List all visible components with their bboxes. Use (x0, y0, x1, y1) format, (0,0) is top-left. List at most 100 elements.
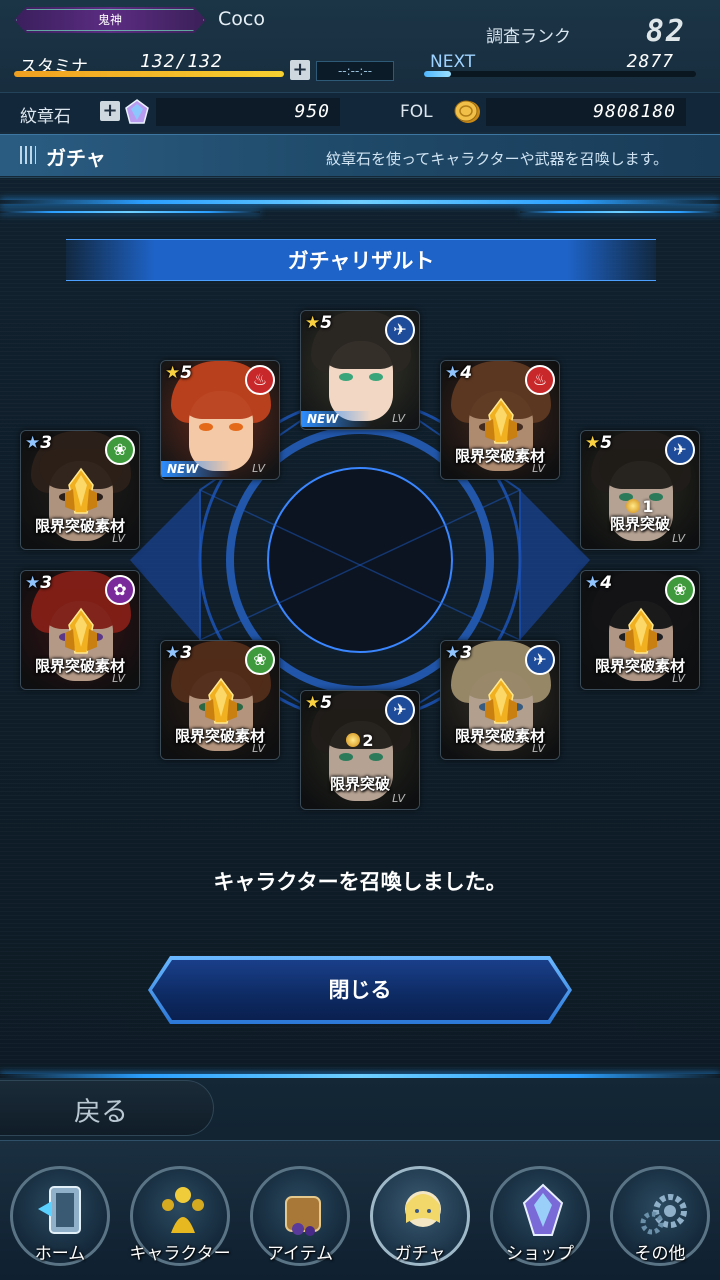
stamina-bar-fill (14, 71, 284, 77)
limit-break-crystal-icon (625, 607, 657, 654)
close-button-label: 閉じる (328, 978, 392, 1002)
card-tag: 限界突破素材 (454, 447, 545, 465)
nav-button-label: アイテム (266, 1244, 334, 1264)
wind-element-icon: ❀ (105, 435, 135, 465)
result-banner: ガチャリザルト (66, 239, 656, 281)
gem-label: 紋章石 (20, 107, 71, 127)
rarity-value: 5 (320, 313, 333, 333)
star-icon: ★ (305, 313, 321, 333)
rarity-stars: ★3 (25, 433, 52, 453)
add-stamina-button[interactable]: + (290, 60, 310, 80)
rarity-stars: ★4 (445, 363, 472, 383)
limit-break-crystal-icon (485, 397, 517, 444)
card-tag: 限界突破素材 (34, 657, 125, 675)
username: Coco (218, 8, 265, 30)
fol-coin-icon (454, 100, 480, 123)
limit-break-orb-icon (626, 499, 641, 513)
rarity-stars: ★5 (165, 363, 192, 383)
rarity-stars: ★3 (165, 643, 192, 663)
settings-gear-icon (640, 1194, 687, 1235)
section-lines-icon (20, 146, 36, 164)
rarity-stars: ★4 (585, 573, 612, 593)
shop-crystal-icon (522, 1183, 564, 1236)
rarity-value: 5 (600, 433, 613, 453)
portrait-eye (369, 373, 383, 381)
stamina-timer: --:--:-- (316, 61, 394, 81)
rarity-value: 4 (460, 363, 473, 383)
stamina-value: 132/132 (140, 51, 223, 72)
summoned-message: キャラクターを召喚しました。 (213, 870, 507, 894)
star-icon: ★ (165, 643, 181, 663)
nav-button-label: ガチャ (394, 1244, 446, 1264)
nav-button-5[interactable]: その他 (610, 1166, 710, 1266)
result-card[interactable]: ★3 ✈ LV 限界突破素材 (440, 640, 560, 760)
nav-button-4[interactable]: ショップ (490, 1166, 590, 1266)
nav-button-label: キャラクター (129, 1244, 231, 1264)
result-card[interactable]: ★5 ✈ LV 1 限界突破 (580, 430, 700, 550)
next-exp-value: 2877 (626, 51, 674, 72)
next-label: NEXT (430, 52, 476, 72)
slash-element-icon: ✈ (385, 695, 415, 725)
nav-button-0[interactable]: ホーム (10, 1166, 110, 1266)
limit-break-crystal-icon (65, 467, 97, 514)
slash-element-icon: ✈ (525, 645, 555, 675)
rarity-value: 5 (180, 363, 193, 383)
rarity-stars: ★5 (585, 433, 612, 453)
wind-element-icon: ❀ (245, 645, 275, 675)
character-icon (162, 1187, 204, 1233)
nav-button-label: その他 (634, 1244, 686, 1264)
stamina-bar (14, 71, 284, 77)
rarity-stars: ★5 (305, 313, 332, 333)
result-card[interactable]: ★5 ✈ LV NEW (300, 310, 420, 430)
fire-element-icon: ♨ (245, 365, 275, 395)
back-button-label: 戻る (74, 1097, 128, 1128)
star-icon: ★ (165, 363, 181, 383)
add-gem-button[interactable]: + (100, 101, 120, 121)
result-card[interactable]: ★4 ❀ LV 限界突破素材 (580, 570, 700, 690)
slash-element-icon: ✈ (665, 435, 695, 465)
result-card[interactable]: ★3 ✿ LV 限界突破素材 (20, 570, 140, 690)
nav-button-2[interactable]: アイテム (250, 1166, 350, 1266)
star-icon: ★ (445, 363, 461, 383)
limit-break-crystal-icon (485, 677, 517, 724)
exp-bar-fill (424, 71, 452, 77)
exp-bar (424, 71, 696, 77)
card-tag: 限界突破素材 (594, 657, 685, 675)
result-card[interactable]: ★5 ♨ LV NEW (160, 360, 280, 480)
level-label: LV (252, 462, 265, 475)
fol-label: FOL (400, 102, 433, 122)
limit-break-crystal-icon (205, 677, 237, 724)
section-description: 紋章石を使ってキャラクターや武器を召喚します。 (326, 150, 669, 168)
slash-element-icon: ✈ (385, 315, 415, 345)
rarity-value: 5 (320, 693, 333, 713)
limit-break-count: 2 (301, 731, 419, 750)
section-title: ガチャ (46, 146, 106, 170)
rarity-stars: ★3 (25, 573, 52, 593)
result-card[interactable]: ★5 ✈ LV 2 限界突破 (300, 690, 420, 810)
star-icon: ★ (305, 693, 321, 713)
rarity-stars: ★5 (305, 693, 332, 713)
close-button[interactable]: 閉じる (148, 956, 572, 1024)
limit-break-crystal-icon (65, 607, 97, 654)
card-tag: 限界突破素材 (34, 517, 125, 535)
star-icon: ★ (445, 643, 461, 663)
nav-button-label: ショップ (506, 1244, 574, 1264)
card-tag: 限界突破素材 (174, 727, 265, 745)
limit-break-orb-icon (346, 733, 361, 747)
title-badge[interactable]: 鬼神 (14, 7, 206, 33)
result-card[interactable]: ★3 ❀ LV 限界突破素材 (160, 640, 280, 760)
result-card[interactable]: ★4 ♨ LV 限界突破素材 (440, 360, 560, 480)
gacha-icon (405, 1191, 441, 1227)
rank-value: 82 (645, 14, 686, 49)
nav-button-1[interactable]: キャラクター (129, 1166, 231, 1266)
dark-element-icon: ✿ (105, 575, 135, 605)
divider-glow-left (0, 211, 260, 213)
divider-glow-right (520, 211, 720, 213)
limit-break-count-value: 2 (362, 731, 374, 750)
star-icon: ★ (25, 573, 41, 593)
fol-value: 9808180 (486, 98, 686, 126)
result-card[interactable]: ★3 ❀ LV 限界突破素材 (20, 430, 140, 550)
nav-button-label: ホーム (34, 1244, 86, 1264)
nav-button-3[interactable]: ガチャ (370, 1166, 470, 1266)
gacha-result-screen: 鬼神 Coco 調査ランク 82 スタミナ 132/132 + --:--:--… (0, 0, 720, 1280)
